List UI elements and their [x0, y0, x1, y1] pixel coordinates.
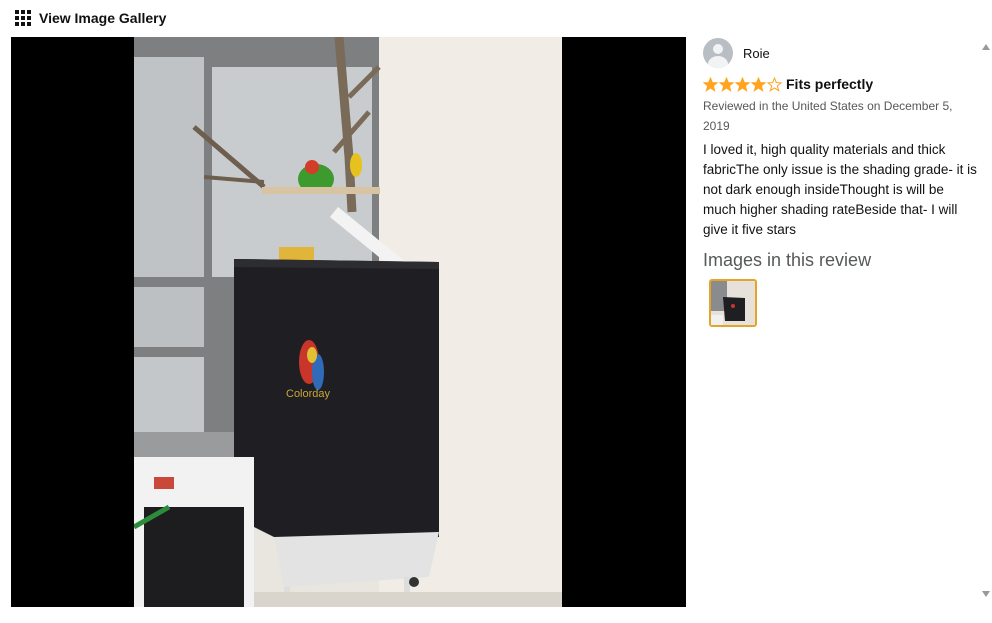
avatar	[703, 38, 733, 68]
star-filled-icon	[703, 76, 718, 92]
reviewer-profile[interactable]: Roie	[703, 37, 978, 69]
review-photo: Colorday	[134, 37, 562, 607]
scroll-down-icon[interactable]	[982, 591, 990, 597]
images-section-heading: Images in this review	[703, 250, 872, 270]
view-image-gallery-button[interactable]: View Image Gallery	[15, 8, 166, 28]
review-title: Fits perfectly	[786, 76, 874, 92]
cover-logo-text: Colorday	[286, 388, 331, 400]
grid-icon	[15, 10, 31, 26]
scrollbar[interactable]	[980, 37, 992, 607]
star-empty-icon	[767, 76, 782, 92]
rating-row: Fits perfectly	[703, 74, 978, 94]
review-body: I loved it, high quality materials and t…	[703, 142, 977, 237]
view-image-gallery-label: View Image Gallery	[39, 10, 167, 26]
reviewer-name: Roie	[743, 45, 770, 61]
review-panel: Roie Fits perfectly Reviewed in the Unit…	[703, 37, 978, 607]
star-filled-icon	[751, 76, 766, 92]
image-viewer: Colorday	[11, 37, 686, 607]
scroll-up-icon[interactable]	[982, 44, 990, 50]
star-filled-icon	[735, 76, 750, 92]
review-image-thumbnail[interactable]	[709, 279, 757, 327]
star-filled-icon	[719, 76, 734, 92]
review-date: Reviewed in the United States on Decembe…	[703, 99, 953, 133]
star-rating	[703, 76, 782, 92]
